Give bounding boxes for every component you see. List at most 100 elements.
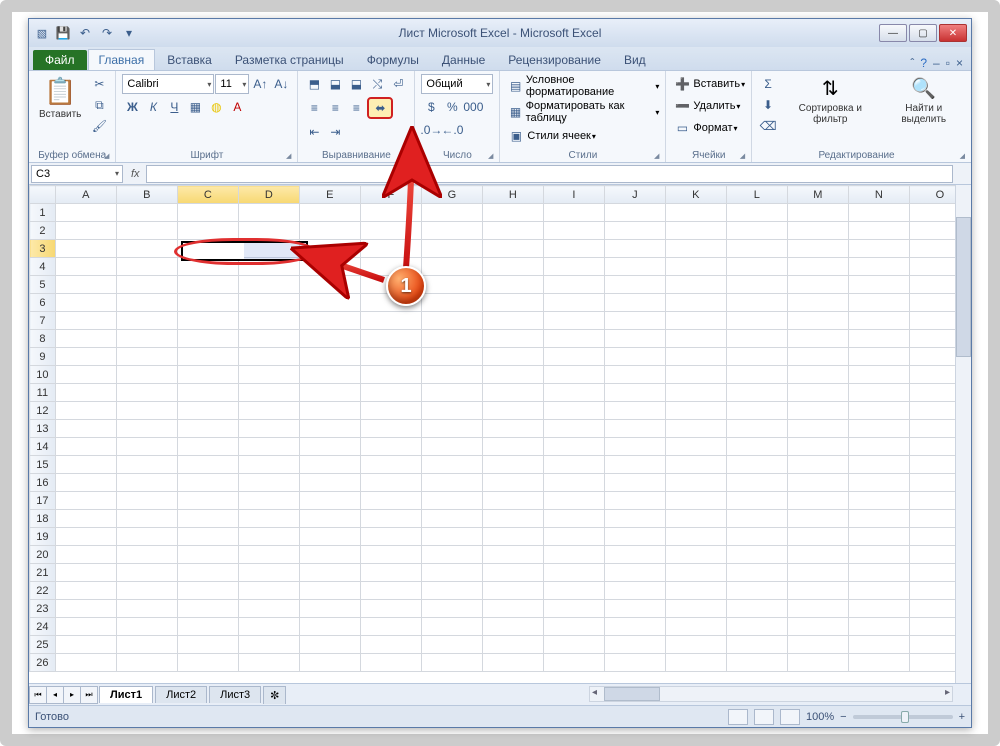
cell[interactable] — [55, 348, 116, 366]
cell[interactable] — [604, 258, 665, 276]
font-size-combo[interactable]: 11 — [215, 74, 249, 94]
conditional-formatting-button[interactable]: ▤Условное форматирование▾ — [506, 74, 659, 98]
column-header[interactable]: A — [55, 186, 116, 204]
cell[interactable] — [238, 420, 299, 438]
cell[interactable] — [604, 474, 665, 492]
cell[interactable] — [299, 492, 360, 510]
cell[interactable] — [421, 258, 482, 276]
cell[interactable] — [177, 456, 238, 474]
cell[interactable] — [604, 384, 665, 402]
cell[interactable] — [787, 618, 848, 636]
cell[interactable] — [604, 240, 665, 258]
bold-button[interactable]: Ж — [122, 97, 142, 117]
undo-button[interactable]: ↶ — [75, 23, 95, 43]
cell[interactable] — [787, 420, 848, 438]
cell[interactable] — [55, 546, 116, 564]
name-box[interactable]: C3 — [31, 165, 123, 183]
cell[interactable] — [55, 204, 116, 222]
cell[interactable] — [787, 636, 848, 654]
cell[interactable] — [482, 294, 543, 312]
cell[interactable] — [177, 564, 238, 582]
cell[interactable] — [726, 330, 787, 348]
cell[interactable] — [604, 276, 665, 294]
cell[interactable] — [360, 420, 421, 438]
cell[interactable] — [787, 294, 848, 312]
cell[interactable] — [421, 366, 482, 384]
cell[interactable] — [299, 618, 360, 636]
cell[interactable] — [543, 654, 604, 672]
cell[interactable] — [116, 330, 177, 348]
zoom-slider[interactable] — [853, 715, 953, 719]
cell[interactable] — [665, 294, 726, 312]
view-page-break-button[interactable] — [780, 709, 800, 725]
scroll-thumb[interactable] — [956, 217, 971, 357]
cell[interactable] — [421, 384, 482, 402]
view-normal-button[interactable] — [728, 709, 748, 725]
maximize-button[interactable]: ▢ — [909, 24, 937, 42]
cell[interactable] — [116, 294, 177, 312]
cell[interactable] — [238, 294, 299, 312]
cell[interactable] — [299, 240, 360, 258]
comma-format-button[interactable]: 000 — [463, 97, 483, 117]
cell[interactable] — [726, 366, 787, 384]
cell[interactable] — [55, 330, 116, 348]
cut-button[interactable]: ✂ — [89, 74, 109, 94]
cell[interactable] — [726, 618, 787, 636]
column-header[interactable]: E — [299, 186, 360, 204]
cell[interactable] — [421, 312, 482, 330]
cell[interactable] — [787, 600, 848, 618]
zoom-thumb[interactable] — [901, 711, 909, 723]
cell[interactable] — [421, 564, 482, 582]
cell[interactable] — [238, 456, 299, 474]
cell[interactable] — [848, 330, 909, 348]
cell[interactable] — [238, 366, 299, 384]
cell[interactable] — [55, 240, 116, 258]
cell[interactable] — [238, 402, 299, 420]
cell[interactable] — [604, 492, 665, 510]
cell[interactable] — [482, 564, 543, 582]
cell[interactable] — [665, 348, 726, 366]
cell[interactable] — [604, 654, 665, 672]
row-header[interactable]: 25 — [30, 636, 56, 654]
format-painter-button[interactable]: 🖌 — [89, 116, 109, 136]
cell[interactable] — [55, 474, 116, 492]
font-name-combo[interactable]: Calibri — [122, 74, 214, 94]
cell[interactable] — [421, 510, 482, 528]
cell[interactable] — [116, 348, 177, 366]
cell[interactable] — [116, 384, 177, 402]
cell[interactable] — [238, 546, 299, 564]
cell[interactable] — [665, 528, 726, 546]
cell[interactable] — [238, 474, 299, 492]
cell[interactable] — [787, 510, 848, 528]
sheet-nav-last[interactable]: ⏭ — [80, 686, 98, 704]
cell[interactable] — [726, 600, 787, 618]
row-header[interactable]: 22 — [30, 582, 56, 600]
cell[interactable] — [482, 618, 543, 636]
cell[interactable] — [116, 222, 177, 240]
column-header[interactable]: J — [604, 186, 665, 204]
cell[interactable] — [421, 528, 482, 546]
cell[interactable] — [299, 258, 360, 276]
cell[interactable] — [55, 294, 116, 312]
cell[interactable] — [665, 618, 726, 636]
cell[interactable] — [848, 564, 909, 582]
cell[interactable] — [665, 582, 726, 600]
cell[interactable] — [604, 600, 665, 618]
cell[interactable] — [421, 636, 482, 654]
cell[interactable] — [177, 582, 238, 600]
cell[interactable] — [177, 474, 238, 492]
row-header[interactable]: 7 — [30, 312, 56, 330]
cell[interactable] — [604, 456, 665, 474]
cell[interactable] — [543, 474, 604, 492]
cell[interactable] — [787, 582, 848, 600]
cell[interactable] — [787, 222, 848, 240]
cell[interactable] — [665, 474, 726, 492]
cell[interactable] — [482, 546, 543, 564]
cell[interactable] — [604, 348, 665, 366]
cell[interactable] — [848, 510, 909, 528]
cell[interactable] — [787, 654, 848, 672]
row-header[interactable]: 17 — [30, 492, 56, 510]
row-header[interactable]: 10 — [30, 366, 56, 384]
cell[interactable] — [177, 330, 238, 348]
cell[interactable] — [55, 276, 116, 294]
